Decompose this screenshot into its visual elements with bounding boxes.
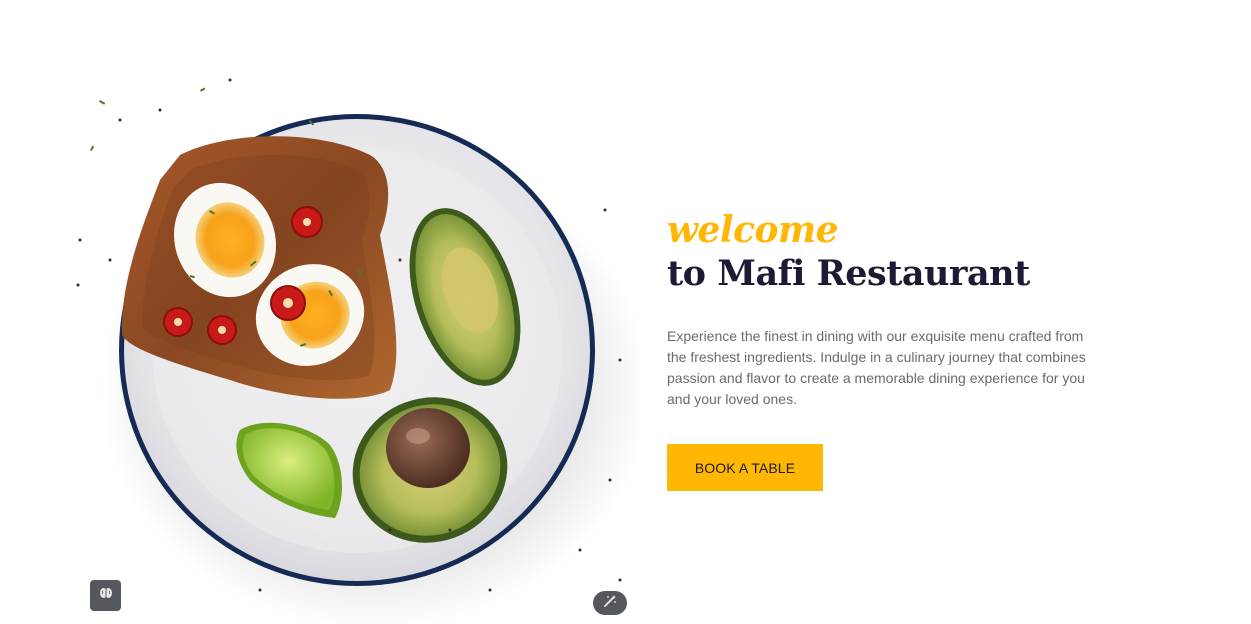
- magic-wand-widget-button[interactable]: [593, 591, 627, 615]
- magic-wand-icon: [603, 594, 617, 613]
- brain-widget-button[interactable]: [90, 580, 121, 611]
- hero-text-block: welcome to Mafi Restaurant Experience th…: [667, 208, 1097, 491]
- hero-section: welcome to Mafi Restaurant Experience th…: [0, 0, 1251, 624]
- welcome-heading: welcome: [667, 209, 839, 251]
- brain-icon: [99, 586, 113, 605]
- hero-description: Experience the finest in dining with our…: [667, 328, 1086, 407]
- restaurant-title: to Mafi Restaurant: [667, 253, 1030, 294]
- food-plate-image: [60, 60, 640, 624]
- book-table-button[interactable]: BOOK A TABLE: [667, 444, 823, 491]
